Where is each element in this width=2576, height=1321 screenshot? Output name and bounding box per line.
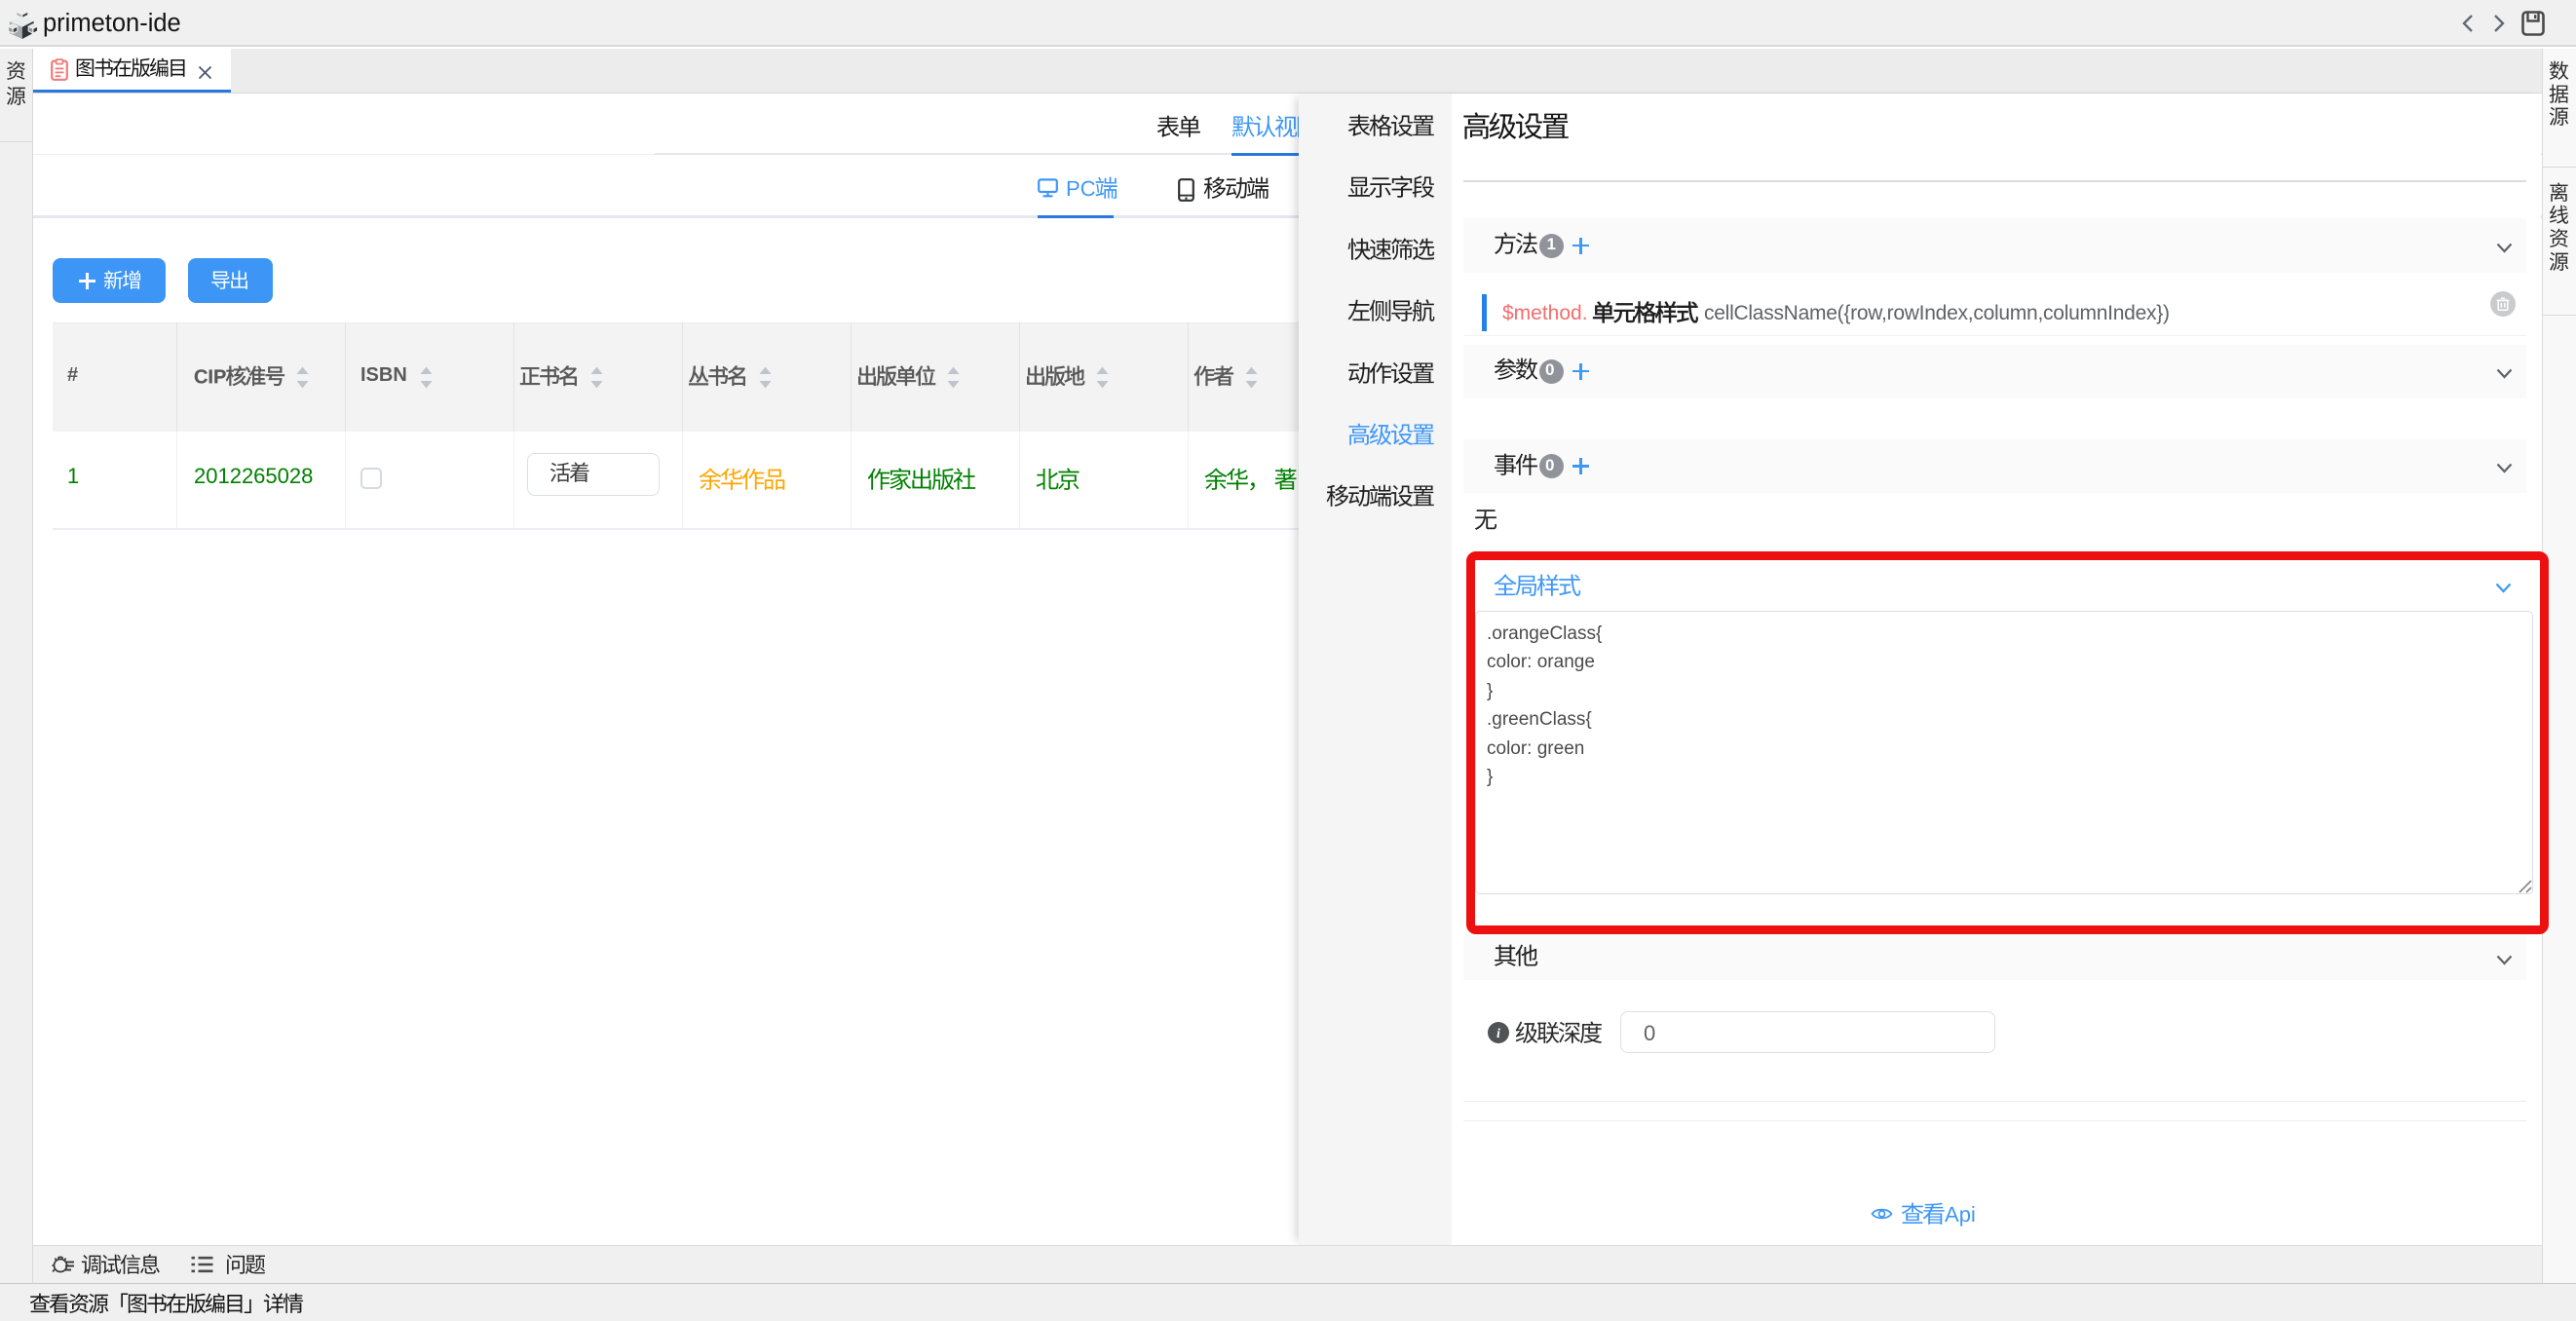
svg-text:i: i [1496, 1027, 1500, 1041]
